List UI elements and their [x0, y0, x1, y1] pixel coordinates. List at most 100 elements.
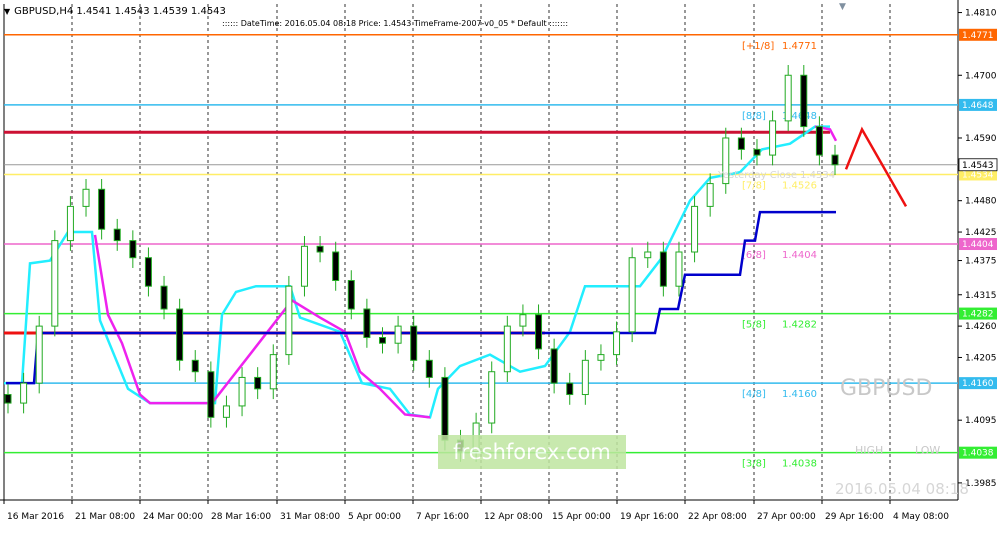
- scroll-indicator-icon[interactable]: ▼: [839, 2, 846, 12]
- time-axis-label: 27 Apr 00:00: [757, 512, 816, 522]
- candle-body: [644, 251, 652, 259]
- time-axis-label: 22 Apr 08:00: [688, 512, 747, 522]
- candle-body: [784, 74, 792, 122]
- time-axis-label: 29 Apr 16:00: [825, 512, 884, 522]
- candle-body: [753, 148, 761, 156]
- price-axis-label: 1.4590: [965, 134, 997, 144]
- candle-body: [737, 137, 745, 150]
- price-axis-label: 1.4095: [965, 416, 997, 426]
- candle-body: [238, 376, 246, 407]
- candle-body: [394, 325, 402, 344]
- level-badge-value: 1.4648: [962, 101, 994, 111]
- candle-body: [51, 240, 59, 327]
- candle-body: [254, 376, 262, 390]
- time-axis-label: 15 Apr 00:00: [552, 512, 611, 522]
- candle-body: [98, 188, 106, 230]
- candle-body: [363, 308, 371, 339]
- header-bar: ▼ GBPUSD,H4 1.4541 1.4543 1.4539 1.4543: [4, 4, 226, 18]
- level-name: [3/8]: [742, 459, 766, 470]
- level-badge-value: 1.4282: [962, 310, 994, 320]
- candle-body: [706, 183, 714, 207]
- candle-body: [769, 120, 777, 156]
- time-axis-label: 4 May 08:00: [893, 512, 949, 522]
- candle-body: [519, 314, 527, 327]
- level-badge-value: 1.4160: [962, 379, 994, 389]
- level-value: 1.4282: [782, 320, 817, 331]
- info-line: :::::: DateTime: 2016.05.04 08:18 Price:…: [222, 19, 569, 28]
- low-label: LOW: [915, 444, 941, 457]
- time-axis-label: 16 Mar 2016: [7, 512, 64, 522]
- candle-body: [425, 359, 433, 378]
- candle-body: [613, 331, 621, 356]
- time-axis-label: 28 Mar 16:00: [211, 512, 271, 522]
- candle-body: [628, 257, 636, 333]
- candle-body: [316, 245, 324, 253]
- candle-body: [300, 245, 308, 287]
- candle-body: [269, 354, 277, 390]
- level-name: [+1/8]: [742, 41, 774, 52]
- candle-body: [4, 394, 12, 404]
- level-value: 1.4771: [782, 41, 817, 52]
- price-axis-label: 1.4480: [965, 197, 997, 207]
- time-axis-label: 21 Mar 08:00: [75, 512, 135, 522]
- price-axis-label: 1.4425: [965, 228, 997, 238]
- candle-body: [675, 251, 683, 287]
- candle-body: [800, 74, 808, 128]
- price-axis-label: 1.4700: [965, 71, 997, 81]
- current-price-value: 1.4543: [962, 161, 994, 171]
- candle-body: [441, 376, 449, 441]
- candle-body: [35, 325, 43, 384]
- candle-body: [581, 359, 589, 396]
- candle-body: [144, 257, 152, 287]
- brand-text: freshforex.com: [453, 440, 611, 464]
- candle-body: [691, 205, 699, 253]
- level-name: [5/8]: [742, 320, 766, 331]
- timestamp-watermark: 2016.05.04 08:18: [835, 480, 969, 498]
- candle-body: [831, 154, 839, 166]
- time-axis-label: 5 Apr 00:00: [348, 512, 401, 522]
- price-axis-label: 1.4375: [965, 257, 997, 267]
- chart-window[interactable]: 16 Mar 2016 21 Mar 08:00 24 Mar 00:00 28 Ma…: [0, 0, 1001, 529]
- candle-body: [597, 354, 605, 361]
- candle-body: [566, 382, 574, 396]
- candle-body: [222, 405, 230, 418]
- brand-watermark: freshforex.com: [438, 435, 626, 469]
- candle-body: [410, 325, 418, 361]
- symbol-info: GBPUSD,H4 1.4541 1.4543 1.4539 1.4543: [14, 5, 226, 17]
- level-badge-value: 1.4771: [962, 31, 994, 41]
- level-name: [7/8]: [742, 180, 766, 191]
- price-axis-label: 1.4810: [965, 9, 997, 19]
- candle-body: [20, 382, 28, 404]
- chevron-down-icon[interactable]: ▼: [4, 7, 10, 16]
- level-value: 1.4404: [782, 250, 817, 261]
- yesterday-close-label: Yesterday Close 1.4534: [718, 170, 836, 181]
- candle-body: [347, 280, 355, 310]
- candle-body: [113, 228, 121, 242]
- level-value: 1.4038: [782, 459, 817, 470]
- level-badge-value: 1.4534: [962, 170, 994, 180]
- candle-body: [66, 205, 74, 242]
- level-value: 1.4160: [782, 389, 817, 400]
- candle-body: [659, 251, 667, 287]
- level-name: [6/8]: [742, 250, 766, 261]
- high-label: HIGH: [855, 444, 884, 457]
- time-axis-label: 7 Apr 16:00: [416, 512, 469, 522]
- candle-body: [535, 314, 543, 350]
- level-value: 1.4526: [782, 180, 817, 191]
- price-axis-label: 1.4260: [965, 322, 997, 332]
- candle-body: [285, 285, 293, 356]
- time-axis-label: 12 Apr 08:00: [484, 512, 543, 522]
- time-axis-label: 31 Mar 08:00: [280, 512, 340, 522]
- level-name: [4/8]: [742, 389, 766, 400]
- candle-body: [176, 308, 184, 361]
- candle-body: [550, 348, 558, 384]
- level-badge-value: 1.4038: [962, 449, 994, 459]
- level-badge-value: 1.4404: [962, 240, 994, 250]
- candle-body: [82, 188, 90, 207]
- price-axis-label: 1.4205: [965, 353, 997, 363]
- candle-body: [207, 371, 215, 418]
- candle-body: [129, 240, 137, 259]
- candle-body: [191, 359, 199, 373]
- symbol-watermark: GBPUSD: [840, 376, 933, 401]
- candle-body: [488, 371, 496, 424]
